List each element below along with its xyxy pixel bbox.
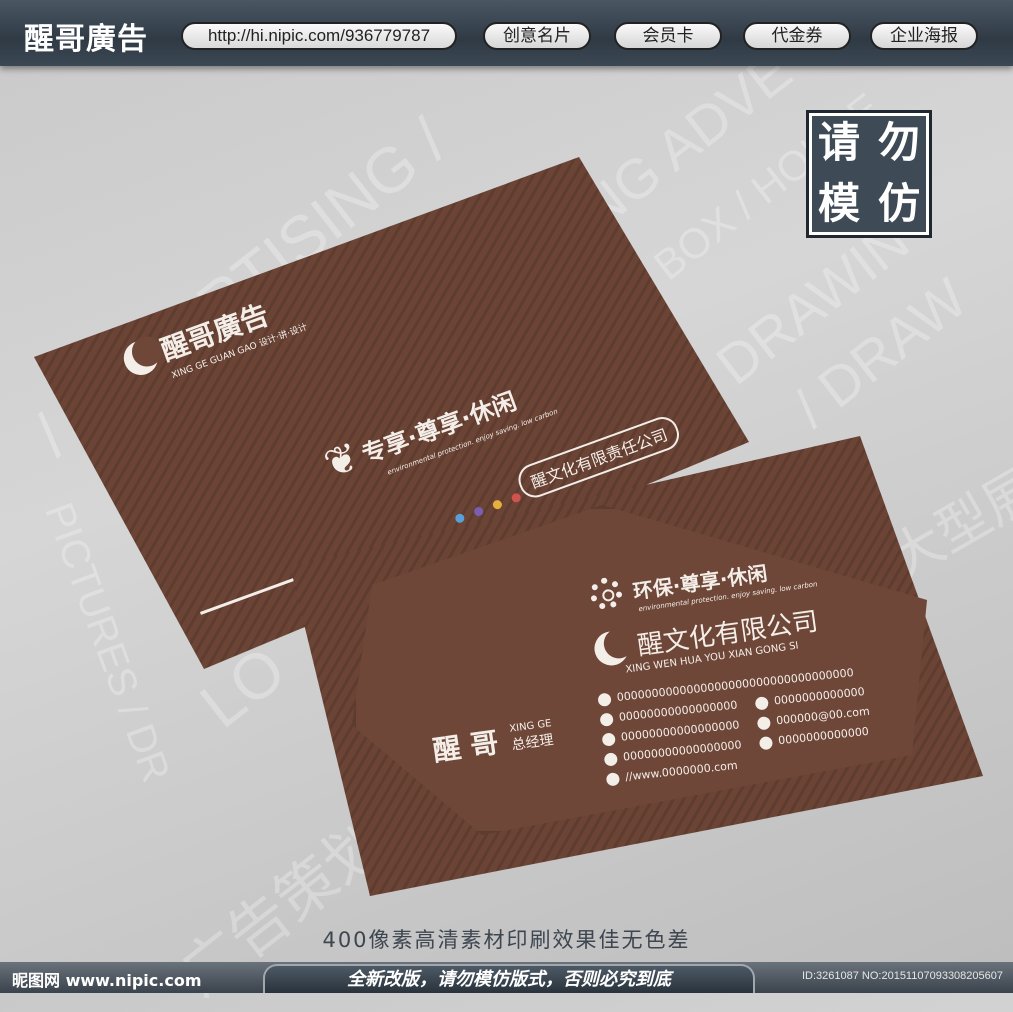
moon-logo-icon [592,628,631,668]
bottom-warning-banner: 全新改版，请勿模仿版式，否则必究到底 [263,964,755,993]
address-icon [597,692,612,707]
email-icon [756,715,771,730]
stamp-char: 勿 [877,118,920,167]
gear-icon [588,575,625,612]
stamp-char: 模 [817,179,860,228]
phone-icon [601,731,616,747]
dot-purple-icon [472,505,485,518]
dot-blue-icon [454,512,466,525]
qq-icon [758,735,774,750]
url-link[interactable]: http://hi.nipic.com/936779787 [181,22,457,50]
nav-creative-card[interactable]: 创意名片 [483,22,591,50]
web-icon [605,771,621,786]
nipic-site-link[interactable]: 昵图网 www.nipic.com [12,967,202,991]
nav-voucher[interactable]: 代金券 [743,22,851,50]
footer-caption: 400像素高清素材印刷效果佳无色差 [322,928,691,952]
stamp-char: 请 [817,118,860,167]
dot-yellow-icon [491,498,504,511]
image-id-text: ID:3261087 NO:20151107093308205607 [801,970,1003,982]
fax-icon [603,751,618,767]
do-not-copy-stamp: 请 勿 模 仿 [806,110,932,238]
top-banner: 醒哥廣告 http://hi.nipic.com/936779787 创意名片 … [0,0,1013,66]
nav-member-card[interactable]: 会员卡 [614,22,722,50]
person-name: 醒 哥 [430,725,501,768]
mobile-icon [754,695,769,710]
brand-logo[interactable]: 醒哥廣告 [24,14,148,58]
home-icon [599,712,614,727]
nav-enterprise-poster[interactable]: 企业海报 [870,22,978,50]
stamp-char: 仿 [877,179,920,228]
bg-text-draw: / DRAW [781,266,979,439]
